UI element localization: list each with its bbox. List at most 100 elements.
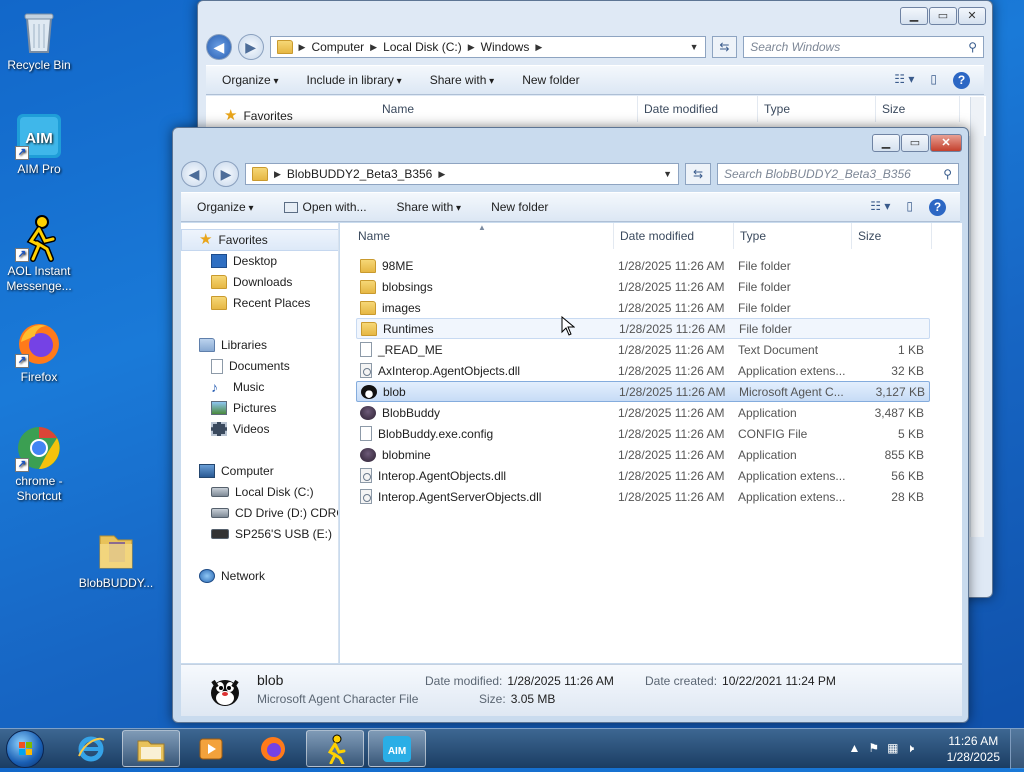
- search-input[interactable]: Search Windows ⚲: [743, 36, 985, 58]
- open-with-button[interactable]: Open with...: [283, 200, 367, 214]
- show-desktop-button[interactable]: [1010, 729, 1024, 769]
- nav-downloads[interactable]: Downloads: [211, 272, 292, 292]
- file-row-runtimes[interactable]: Runtimes 1/28/2025 11:26 AM File folder: [356, 318, 930, 339]
- address-bar[interactable]: ▶ Computer ▶ Local Disk (C:) ▶ Windows ▶…: [269, 36, 706, 58]
- desktop-icon-chrome[interactable]: ↗ chrome - Shortcut: [1, 424, 77, 504]
- close-button[interactable]: ✕: [958, 7, 986, 25]
- nav-documents[interactable]: Documents: [211, 356, 290, 376]
- nav-usb-drive[interactable]: SP256'S USB (E:): [211, 524, 332, 544]
- file-name-cell: Interop.AgentServerObjects.dll: [356, 489, 618, 504]
- nav-recent-places[interactable]: Recent Places: [211, 293, 310, 313]
- taskbar-explorer[interactable]: [122, 730, 180, 767]
- details-label: Date created:: [645, 674, 718, 688]
- file-row--read-me[interactable]: _READ_ME 1/28/2025 11:26 AM Text Document 1…: [356, 339, 930, 360]
- nav-videos[interactable]: Videos: [211, 419, 269, 439]
- include-in-library-menu[interactable]: Include in library: [307, 73, 402, 87]
- nav-network[interactable]: Network: [199, 566, 265, 586]
- taskbar-media-player[interactable]: [182, 730, 240, 767]
- desktop-icon-blobbuddy-folder[interactable]: BlobBUDDY...: [78, 526, 154, 591]
- file-row-interop-agentserverobjects-dll[interactable]: Interop.AgentServerObjects.dll 1/28/2025 …: [356, 486, 930, 507]
- breadcrumb-computer[interactable]: Computer: [311, 40, 364, 54]
- minimize-button[interactable]: ▁: [872, 134, 900, 152]
- maximize-button[interactable]: ▭: [901, 134, 929, 152]
- breadcrumb-local-disk[interactable]: Local Disk (C:): [383, 40, 462, 54]
- column-header-size[interactable]: Size: [852, 223, 932, 249]
- file-row-axinterop-agentobjects-dll[interactable]: AxInterop.AgentObjects.dll 1/28/2025 11:2…: [356, 360, 930, 381]
- file-name: 98ME: [382, 258, 414, 273]
- file-date: 1/28/2025 11:26 AM: [618, 405, 725, 420]
- address-bar[interactable]: ▶ BlobBUDDY2_Beta3_B356 ▶ ▼: [245, 163, 679, 185]
- organize-menu[interactable]: Organize: [222, 73, 279, 87]
- view-options-icon[interactable]: ☷ ▾: [870, 199, 890, 216]
- file-row-98me[interactable]: 98ME 1/28/2025 11:26 AM File folder: [356, 255, 930, 276]
- desktop-icon-recycle-bin[interactable]: Recycle Bin: [1, 8, 77, 73]
- back-button[interactable]: ◀: [206, 34, 232, 60]
- taskbar-firefox[interactable]: [244, 730, 302, 767]
- help-icon[interactable]: ?: [953, 72, 970, 89]
- preview-pane-icon[interactable]: ▯: [906, 199, 913, 216]
- preview-pane-icon[interactable]: ▯: [930, 72, 937, 89]
- taskbar-aim-pro[interactable]: AIM: [368, 730, 426, 767]
- new-folder-button[interactable]: New folder: [491, 200, 548, 214]
- clock[interactable]: 11:26 AM 1/28/2025: [947, 733, 1000, 765]
- file-row-images[interactable]: images 1/28/2025 11:26 AM File folder: [356, 297, 930, 318]
- back-button[interactable]: ◀: [181, 161, 207, 187]
- nav-desktop[interactable]: Desktop: [211, 251, 277, 271]
- new-folder-button[interactable]: New folder: [522, 73, 579, 87]
- nav-local-disk[interactable]: Local Disk (C:): [211, 482, 314, 502]
- address-dropdown-icon[interactable]: ▼: [690, 42, 699, 52]
- nav-libraries[interactable]: Libraries: [199, 335, 267, 355]
- minimize-button[interactable]: ▁: [900, 7, 928, 25]
- view-options-icon[interactable]: ☷ ▾: [894, 72, 914, 89]
- search-input[interactable]: Search BlobBUDDY2_Beta3_B356 ⚲: [717, 163, 959, 185]
- file-row-blob[interactable]: blob 1/28/2025 11:26 AM Microsoft Agent C.…: [356, 381, 930, 402]
- folder-icon: [361, 321, 377, 336]
- desktop-icon-aim-pro[interactable]: AIM ↗ AIM Pro: [1, 112, 77, 177]
- nav-favorites[interactable]: ★ Favorites: [199, 230, 268, 250]
- back-scrollbar[interactable]: [970, 97, 984, 537]
- close-button[interactable]: ✕: [930, 134, 962, 152]
- maximize-button[interactable]: ▭: [929, 7, 957, 25]
- share-with-menu[interactable]: Share with: [397, 200, 462, 214]
- nav-label: Pictures: [233, 401, 277, 415]
- column-header-name[interactable]: Name ▲: [352, 223, 614, 249]
- network-status-icon[interactable]: ▦: [887, 741, 898, 756]
- desktop-icon-aol-instant-messenger[interactable]: ↗ AOL Instant Messenge...: [1, 214, 77, 294]
- address-dropdown-icon[interactable]: ▼: [663, 169, 672, 179]
- show-hidden-icons-icon[interactable]: ▲: [848, 741, 860, 756]
- column-header-size[interactable]: Size: [876, 96, 960, 122]
- column-header-date[interactable]: Date modified: [614, 223, 734, 249]
- file-row-blobbuddy-exe-config[interactable]: BlobBuddy.exe.config 1/28/2025 11:26 AM CO…: [356, 423, 930, 444]
- nav-favorites[interactable]: ★ Favorites: [224, 106, 293, 126]
- column-header-type[interactable]: Type: [734, 223, 852, 249]
- breadcrumb-current-folder[interactable]: BlobBUDDY2_Beta3_B356: [287, 167, 432, 181]
- file-row-blobbuddy[interactable]: BlobBuddy 1/28/2025 11:26 AM Application 3,…: [356, 402, 930, 423]
- details-label: Size:: [479, 692, 506, 706]
- volume-muted-icon[interactable]: 🕨: [906, 741, 914, 756]
- share-with-menu[interactable]: Share with: [430, 73, 495, 87]
- nav-music[interactable]: ♪ Music: [211, 377, 264, 397]
- forward-button[interactable]: ▶: [213, 161, 239, 187]
- refresh-button[interactable]: ⇆: [685, 163, 711, 185]
- column-header-date[interactable]: Date modified: [638, 96, 758, 122]
- column-header-type[interactable]: Type: [758, 96, 876, 122]
- nav-cd-drive[interactable]: CD Drive (D:) CDROM: [211, 503, 338, 523]
- forward-button[interactable]: ▶: [237, 34, 264, 60]
- organize-menu[interactable]: Organize: [197, 200, 254, 214]
- desktop-icon-firefox[interactable]: ↗ Firefox: [1, 320, 77, 385]
- refresh-button[interactable]: ⇆: [711, 36, 738, 58]
- document-icon: [360, 342, 372, 357]
- file-row-blobsings[interactable]: blobsings 1/28/2025 11:26 AM File folder: [356, 276, 930, 297]
- taskbar-internet-explorer[interactable]: [62, 730, 120, 767]
- breadcrumb-windows[interactable]: Windows: [481, 40, 530, 54]
- file-row-interop-agentobjects-dll[interactable]: Interop.AgentObjects.dll 1/28/2025 11:26 …: [356, 465, 930, 486]
- nav-pictures[interactable]: Pictures: [211, 398, 276, 418]
- column-header-name[interactable]: Name: [376, 96, 638, 122]
- start-button[interactable]: [6, 730, 44, 768]
- action-center-flag-icon[interactable]: ⚑: [868, 741, 879, 756]
- taskbar-aol-messenger[interactable]: [306, 730, 364, 767]
- help-icon[interactable]: ?: [929, 199, 946, 216]
- nav-computer[interactable]: Computer: [199, 461, 274, 481]
- file-row-blobmine[interactable]: blobmine 1/28/2025 11:26 AM Application 855…: [356, 444, 930, 465]
- explorer-window-blobbuddy[interactable]: ▁ ▭ ✕ ◀ ▶ ▶ BlobBUDDY2_Beta3_B356 ▶ ▼ ⇆ …: [172, 127, 969, 723]
